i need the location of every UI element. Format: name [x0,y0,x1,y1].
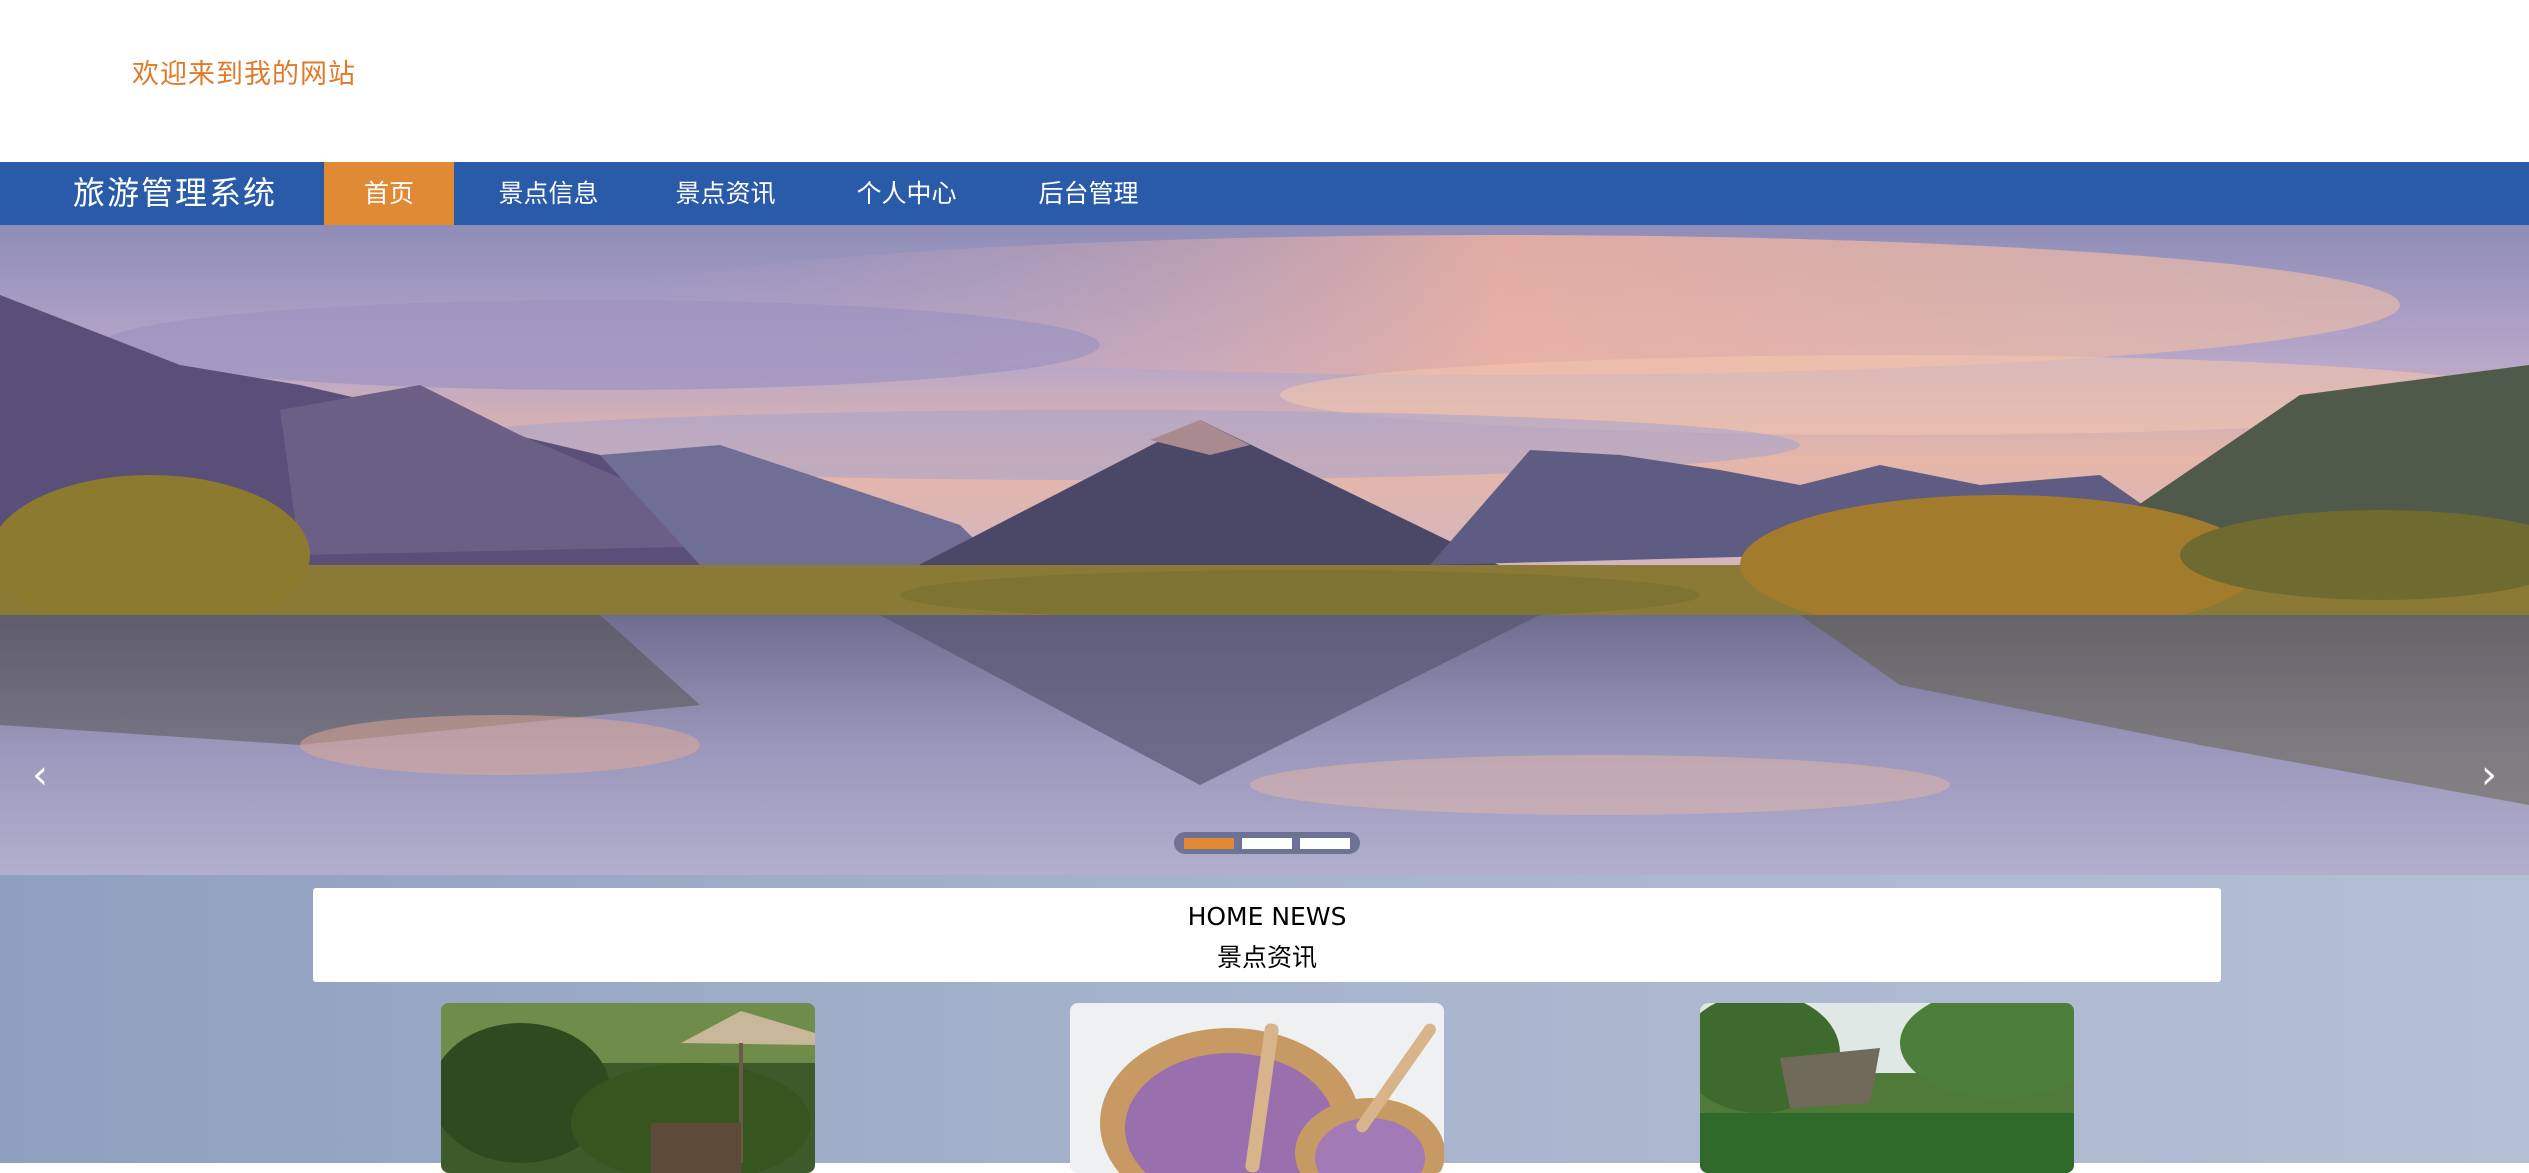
carousel-dot-1[interactable] [1184,838,1234,849]
welcome-text: 欢迎来到我的网站 [132,59,356,90]
nav-item-admin[interactable]: 后台管理 [1010,162,1167,225]
garden-hedge-image [1700,1003,2074,1173]
carousel-prev-button[interactable]: ‹ [20,745,60,805]
site-brand[interactable]: 旅游管理系统 [73,162,277,225]
landscape-banner-image [0,225,2529,875]
carousel-indicators [1174,832,1360,854]
top-header: 欢迎来到我的网站 [0,0,2529,162]
lavender-bowls-image [1070,1003,1444,1173]
news-card-3[interactable] [1700,1003,2074,1173]
news-section-header: HOME NEWS 景点资讯 [313,888,2221,982]
garden-patio-image [441,1003,815,1173]
nav-item-attraction-news[interactable]: 景点资讯 [647,162,804,225]
carousel-next-button[interactable]: › [2469,745,2509,805]
banner-carousel[interactable]: ‹ › [0,225,2529,875]
news-card-1[interactable] [441,1003,815,1173]
nav-item-home[interactable]: 首页 [324,162,454,225]
chevron-left-icon: ‹ [32,752,48,798]
main-nav: 旅游管理系统 首页 景点信息 景点资讯 个人中心 后台管理 [0,162,2529,225]
nav-item-profile[interactable]: 个人中心 [828,162,985,225]
chevron-right-icon: › [2481,752,2497,798]
nav-item-attractions[interactable]: 景点信息 [470,162,627,225]
news-card-2[interactable] [1070,1003,1444,1173]
news-title-cn: 景点资讯 [1216,943,1317,972]
carousel-dot-3[interactable] [1300,838,1350,849]
carousel-dot-2[interactable] [1242,838,1292,849]
news-title-en: HOME NEWS [1187,902,1347,931]
